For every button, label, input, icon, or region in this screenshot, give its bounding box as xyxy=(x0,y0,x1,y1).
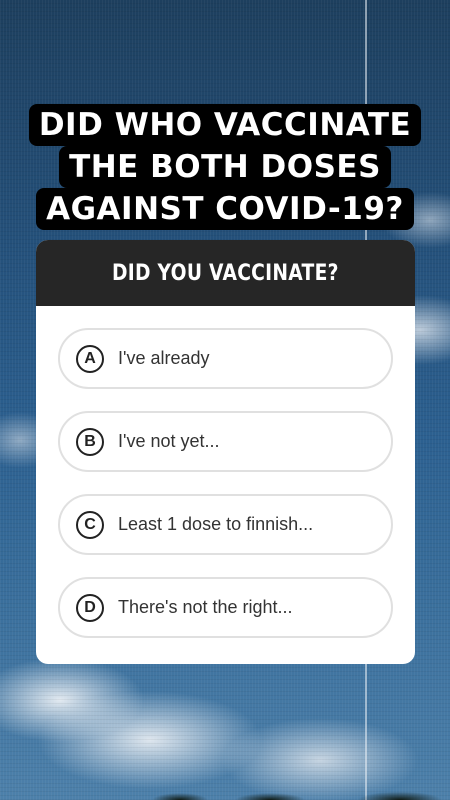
quiz-question: DID YOU VACCINATE? xyxy=(112,260,339,286)
quiz-options: A I've already B I've not yet... C Least… xyxy=(36,306,415,638)
option-label: I've already xyxy=(118,348,210,368)
headline-line-3: AGAINST COVID-19? xyxy=(36,188,414,230)
quiz-option-d[interactable]: D There's not the right... xyxy=(58,577,393,638)
headline-line-2: THE BOTH DOSES xyxy=(59,146,391,188)
quiz-option-b[interactable]: B I've not yet... xyxy=(58,411,393,472)
option-letter: D xyxy=(76,593,104,622)
option-letter: A xyxy=(76,344,104,373)
quiz-header: DID YOU VACCINATE? xyxy=(36,240,415,306)
story-headline: DID WHO VACCINATE THE BOTH DOSES AGAINST… xyxy=(0,104,450,230)
quiz-option-a[interactable]: A I've already xyxy=(58,328,393,389)
option-label: There's not the right... xyxy=(118,597,293,617)
quiz-sticker: DID YOU VACCINATE? A I've already B I've… xyxy=(36,240,415,664)
quiz-option-c[interactable]: C Least 1 dose to finnish... xyxy=(58,494,393,555)
option-letter: B xyxy=(76,427,104,456)
option-label: I've not yet... xyxy=(118,431,220,451)
headline-line-1: DID WHO VACCINATE xyxy=(28,104,422,146)
option-label: Least 1 dose to finnish... xyxy=(118,514,314,534)
option-letter: C xyxy=(76,510,104,539)
tree-silhouette xyxy=(150,786,450,800)
